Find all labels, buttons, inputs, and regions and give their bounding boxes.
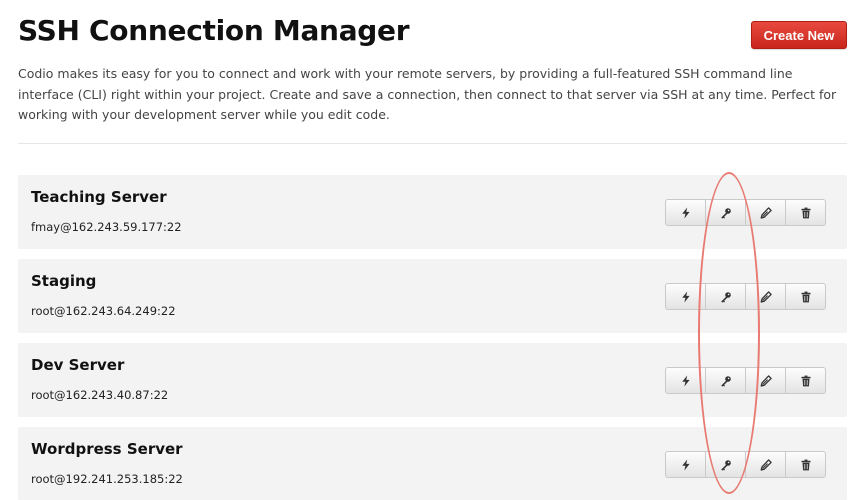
server-actions [665, 451, 826, 478]
pencil-icon [760, 458, 772, 471]
key-button[interactable] [705, 199, 746, 226]
server-address: fmay@162.243.59.177:22 [31, 220, 182, 234]
pencil-icon [760, 206, 772, 219]
edit-button[interactable] [745, 451, 786, 478]
trash-icon [800, 375, 812, 387]
connect-button[interactable] [665, 199, 706, 226]
server-address: root@162.243.64.249:22 [31, 304, 176, 318]
server-row: Staging root@162.243.64.249:22 [18, 259, 847, 333]
lightning-icon [680, 459, 692, 471]
page-description: Codio makes its easy for you to connect … [18, 66, 837, 122]
server-list: Teaching Server fmay@162.243.59.177:22 S… [18, 175, 847, 500]
server-row: Wordpress Server root@192.241.253.185:22 [18, 427, 847, 500]
lightning-icon [680, 375, 692, 387]
delete-button[interactable] [785, 451, 826, 478]
trash-icon [800, 459, 812, 471]
connect-button[interactable] [665, 283, 706, 310]
server-actions [665, 199, 826, 226]
edit-button[interactable] [745, 367, 786, 394]
server-name: Dev Server [31, 356, 125, 374]
key-icon [720, 375, 732, 387]
connect-button[interactable] [665, 451, 706, 478]
divider [18, 143, 847, 144]
key-button[interactable] [705, 367, 746, 394]
key-button[interactable] [705, 451, 746, 478]
delete-button[interactable] [785, 199, 826, 226]
lightning-icon [680, 207, 692, 219]
delete-button[interactable] [785, 367, 826, 394]
connect-button[interactable] [665, 367, 706, 394]
key-button[interactable] [705, 283, 746, 310]
server-row: Dev Server root@162.243.40.87:22 [18, 343, 847, 417]
trash-icon [800, 207, 812, 219]
edit-button[interactable] [745, 283, 786, 310]
key-icon [720, 207, 732, 219]
server-name: Wordpress Server [31, 440, 183, 458]
delete-button[interactable] [785, 283, 826, 310]
key-icon [720, 459, 732, 471]
server-actions [665, 283, 826, 310]
pencil-icon [760, 290, 772, 303]
server-row: Teaching Server fmay@162.243.59.177:22 [18, 175, 847, 249]
edit-button[interactable] [745, 199, 786, 226]
create-new-button[interactable]: Create New [751, 21, 847, 49]
trash-icon [800, 291, 812, 303]
server-address: root@162.243.40.87:22 [31, 388, 169, 402]
server-actions [665, 367, 826, 394]
server-name: Staging [31, 272, 97, 290]
key-icon [720, 291, 732, 303]
server-address: root@192.241.253.185:22 [31, 472, 183, 486]
page-title: SSH Connection Manager [18, 14, 410, 47]
server-name: Teaching Server [31, 188, 167, 206]
pencil-icon [760, 374, 772, 387]
lightning-icon [680, 291, 692, 303]
